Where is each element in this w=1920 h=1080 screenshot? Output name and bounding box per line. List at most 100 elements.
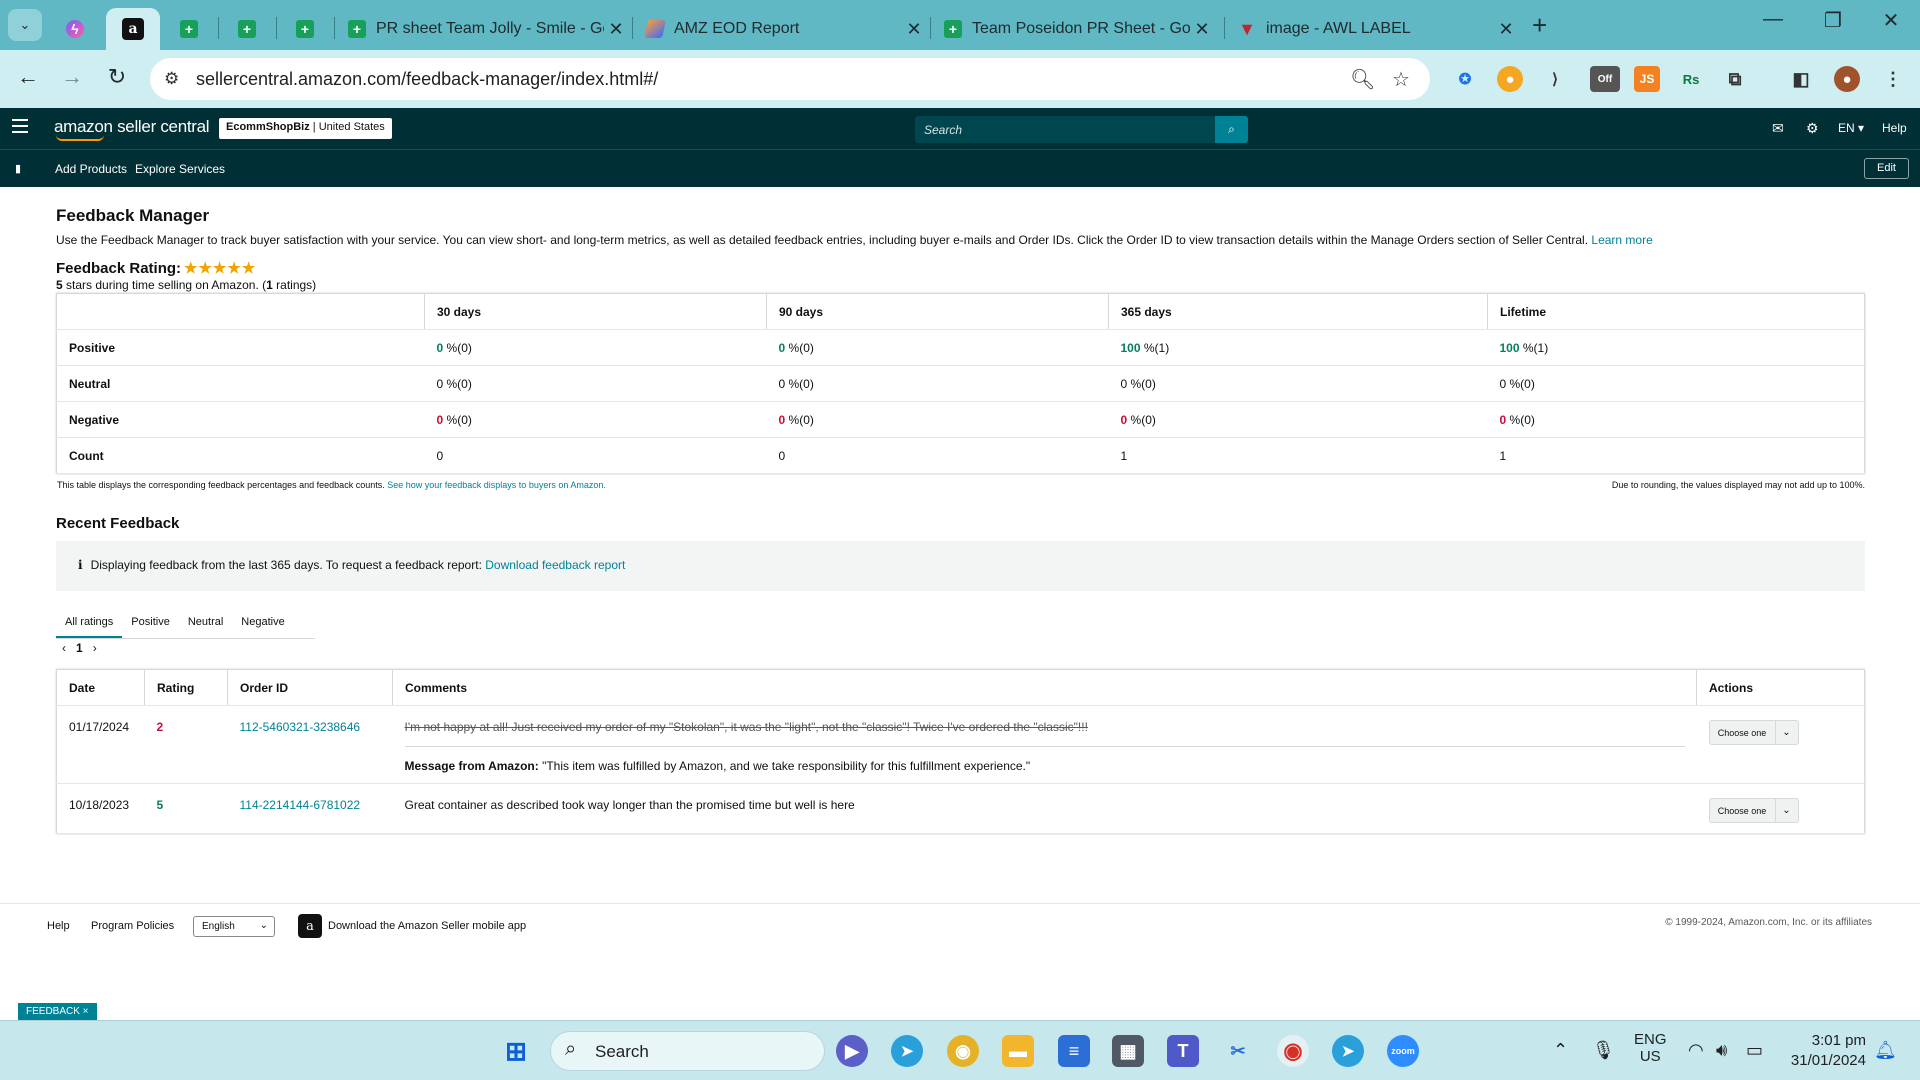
- zoom-icon[interactable]: zoom: [1387, 1035, 1419, 1067]
- teams-icon[interactable]: T: [1167, 1035, 1199, 1067]
- download-app-link[interactable]: Download the Amazon Seller mobile app: [328, 920, 526, 932]
- chrome-icon[interactable]: ◉: [1277, 1035, 1309, 1067]
- url-text[interactable]: sellercentral.amazon.com/feedback-manage…: [196, 69, 658, 90]
- tab-amazon-active[interactable]: a: [106, 8, 160, 50]
- extension-icon[interactable]: ⟩: [1542, 66, 1568, 92]
- windows-start-icon[interactable]: ⊞: [500, 1035, 532, 1067]
- intro-copy: Use the Feedback Manager to track buyer …: [56, 233, 1589, 247]
- js-extension-icon[interactable]: JS: [1634, 66, 1660, 92]
- file-explorer-icon[interactable]: ▬: [1002, 1035, 1034, 1067]
- tab-messenger[interactable]: ϟ: [48, 8, 102, 50]
- system-clock[interactable]: 3:01 pm 31/01/2024: [1791, 1031, 1866, 1071]
- store-switcher[interactable]: EcommShopBiz | United States: [219, 118, 392, 139]
- tab-sheets-3[interactable]: +: [278, 8, 332, 50]
- snipping-tool-icon[interactable]: ✂: [1222, 1035, 1254, 1067]
- telegram-icon[interactable]: ➤: [891, 1035, 923, 1067]
- footer-help-link[interactable]: Help: [47, 920, 70, 932]
- calculator-icon[interactable]: ▦: [1112, 1035, 1144, 1067]
- current-page[interactable]: 1: [76, 641, 83, 655]
- table-row: 01/17/2024 2 112-5460321-3238646 I'm not…: [56, 705, 1865, 784]
- metrics-cell: 0 %(0): [766, 365, 1109, 402]
- col-order-id: Order ID: [227, 669, 393, 706]
- extension-icon[interactable]: ●: [1497, 66, 1523, 92]
- bookmark-star-icon[interactable]: ☆: [1392, 67, 1410, 92]
- learn-more-link[interactable]: Learn more: [1591, 233, 1652, 247]
- feedback-display-link[interactable]: See how your feedback displays to buyers…: [387, 480, 606, 490]
- tab-search-button[interactable]: ⌄: [8, 9, 42, 41]
- close-icon[interactable]: ✕: [1494, 19, 1518, 40]
- program-policies-link[interactable]: Program Policies: [91, 920, 174, 932]
- footer-language-select[interactable]: English ⌄: [193, 916, 275, 937]
- menu-kebab-icon[interactable]: ⋮: [1880, 66, 1906, 92]
- zoom-icon[interactable]: 🔍︎: [1350, 67, 1375, 92]
- side-panel-icon[interactable]: ◧: [1788, 66, 1814, 92]
- tab-poseidon[interactable]: + Team Poseidon PR Sheet - Goo ✕: [944, 8, 1214, 50]
- header-search-button[interactable]: ⌕: [1215, 116, 1248, 143]
- extension-icon[interactable]: ✪: [1452, 66, 1478, 92]
- wifi-icon[interactable]: ◠: [1688, 1040, 1704, 1061]
- hamburger-menu-icon[interactable]: [12, 119, 28, 137]
- site-info-icon[interactable]: ⚙: [164, 69, 179, 89]
- input-language[interactable]: ENG US: [1634, 1031, 1667, 1065]
- amazon-app-icon[interactable]: a: [298, 914, 322, 938]
- close-icon[interactable]: ✕: [902, 19, 926, 40]
- new-tab-button[interactable]: +: [1532, 10, 1547, 41]
- tab-positive[interactable]: Positive: [122, 605, 179, 638]
- tab-sheets-2[interactable]: +: [220, 8, 274, 50]
- tab-neutral[interactable]: Neutral: [179, 605, 232, 638]
- meet-icon[interactable]: ▶: [836, 1035, 868, 1067]
- metrics-note: This table displays the corresponding fe…: [57, 480, 606, 490]
- mail-icon[interactable]: ✉: [1772, 120, 1784, 137]
- tab-negative[interactable]: Negative: [232, 605, 293, 638]
- address-bar[interactable]: ⚙ sellercentral.amazon.com/feedback-mana…: [150, 58, 1430, 100]
- rating-summary-end: ratings): [272, 278, 317, 292]
- header-search-input[interactable]: Search: [915, 116, 1215, 143]
- back-button[interactable]: ←: [13, 64, 43, 90]
- minimize-button[interactable]: —: [1750, 8, 1796, 31]
- tab-amz-eod[interactable]: AMZ EOD Report ✕: [644, 8, 926, 50]
- help-link[interactable]: Help: [1882, 121, 1907, 135]
- chevron-up-icon[interactable]: ⌃: [1553, 1040, 1568, 1061]
- metric-suffix: %(0): [443, 412, 472, 427]
- nav-add-products[interactable]: Add Products: [55, 162, 127, 176]
- download-report-link[interactable]: Download feedback report: [485, 558, 625, 572]
- puzzle-icon[interactable]: ⧉: [1722, 66, 1748, 92]
- seller-central-logo[interactable]: amazon seller central: [54, 117, 210, 141]
- reload-button[interactable]: ↻: [102, 64, 132, 90]
- notepad-icon[interactable]: ≡: [1058, 1035, 1090, 1067]
- close-window-button[interactable]: ✕: [1868, 8, 1914, 33]
- restore-button[interactable]: ❐: [1810, 8, 1856, 33]
- notification-bell-icon[interactable]: 🔔︎: [1874, 1040, 1897, 1061]
- chrome-profile-icon[interactable]: ◉: [947, 1035, 979, 1067]
- battery-icon[interactable]: ▭: [1746, 1040, 1763, 1061]
- tab-sheets-1[interactable]: +: [162, 8, 216, 50]
- nav-explore-services[interactable]: Explore Services: [135, 162, 225, 176]
- taskbar-search[interactable]: ⌕ Search: [550, 1031, 825, 1071]
- volume-icon[interactable]: 🔊︎: [1716, 1040, 1727, 1061]
- forward-button[interactable]: →: [57, 64, 87, 90]
- metrics-cell: 0 %(0): [424, 401, 767, 438]
- profile-avatar[interactable]: ●: [1834, 66, 1860, 92]
- action-dropdown[interactable]: Choose one ⌄: [1708, 798, 1799, 823]
- bookmark-icon[interactable]: ▮: [15, 162, 21, 175]
- order-id-link[interactable]: 114-2214144-6781022: [240, 798, 361, 812]
- sheets-icon: +: [180, 20, 198, 38]
- edit-nav-button[interactable]: Edit: [1864, 158, 1909, 179]
- close-icon[interactable]: ✕: [604, 19, 628, 40]
- tab-all-ratings[interactable]: All ratings: [56, 605, 123, 638]
- gear-icon[interactable]: ⚙: [1806, 120, 1819, 137]
- feedback-badge[interactable]: FEEDBACK ×: [18, 1003, 97, 1021]
- tab-awl-label[interactable]: ▼ image - AWL LABEL ✕: [1238, 8, 1518, 50]
- language-menu[interactable]: EN ▾: [1838, 121, 1864, 135]
- microphone-icon[interactable]: 🎙︎: [1592, 1040, 1615, 1061]
- order-id-link[interactable]: 112-5460321-3238646: [240, 720, 361, 734]
- extension-off-icon[interactable]: Off: [1590, 66, 1620, 92]
- extension-icon[interactable]: Rs: [1678, 66, 1704, 92]
- telegram-icon[interactable]: ➤: [1332, 1035, 1364, 1067]
- action-dropdown[interactable]: Choose one ⌄: [1708, 720, 1799, 745]
- next-page-icon[interactable]: ›: [93, 641, 97, 655]
- prev-page-icon[interactable]: ‹: [62, 641, 66, 655]
- tab-pr-sheet-jolly[interactable]: + PR sheet Team Jolly - Smile - Go ✕: [348, 8, 628, 50]
- recent-feedback-title: Recent Feedback: [56, 515, 180, 532]
- close-icon[interactable]: ✕: [1190, 19, 1214, 40]
